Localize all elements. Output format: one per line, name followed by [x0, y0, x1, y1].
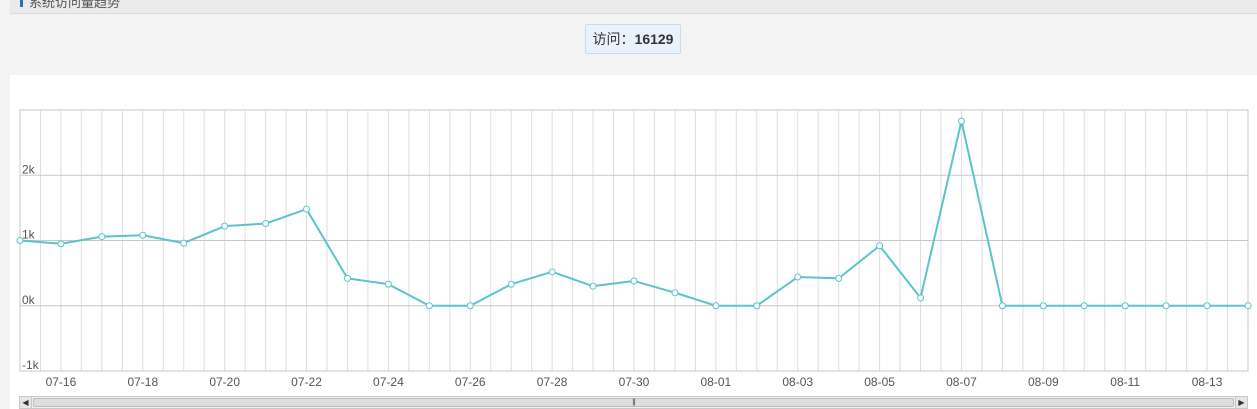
data-point	[98, 233, 106, 241]
x-tick-label: 08-11	[1110, 375, 1140, 389]
x-tick-label: 08-13	[1192, 375, 1223, 389]
data-point	[1203, 302, 1211, 310]
x-tick-label: 07-16	[46, 375, 77, 389]
data-point	[712, 302, 720, 310]
x-tick-label: 08-01	[701, 375, 732, 389]
y-tick-label: 1k	[22, 228, 36, 242]
data-point	[548, 268, 556, 276]
data-point	[589, 282, 597, 290]
data-point	[630, 277, 638, 285]
data-point	[835, 274, 843, 282]
x-tick-label: 08-05	[864, 375, 895, 389]
scroll-right-arrow-icon[interactable]: ▶	[1235, 397, 1247, 408]
data-point	[1162, 302, 1170, 310]
data-point	[671, 289, 679, 297]
data-point	[1244, 302, 1252, 310]
x-tick-label: 07-24	[373, 375, 404, 389]
x-tick-label: 08-09	[1028, 375, 1059, 389]
data-point	[262, 220, 270, 228]
data-point	[221, 222, 229, 230]
data-point	[343, 274, 351, 282]
data-point	[384, 280, 392, 288]
x-tick-label: 07-18	[127, 375, 158, 389]
x-tick-label: 07-20	[209, 375, 240, 389]
data-point	[753, 302, 761, 310]
line-chart: -1k 0k 1k 2k 07-16 07-18 07-20 07-22 07-24 07-26 0…	[16, 109, 1252, 389]
data-point	[466, 302, 474, 310]
x-tick-label: 08-07	[946, 375, 977, 389]
data-point	[303, 205, 311, 213]
data-point	[1039, 302, 1047, 310]
data-point	[57, 240, 65, 248]
y-tick-label: 0k	[22, 293, 36, 307]
x-tick-label: 07-28	[537, 375, 568, 389]
y-tick-label: -1k	[22, 358, 40, 372]
data-point	[1121, 302, 1129, 310]
x-tick-label: 08-03	[782, 375, 813, 389]
data-point	[1080, 302, 1088, 310]
data-point	[507, 280, 515, 288]
chart-horizontal-scrollbar[interactable]: ◀ ||| ▶	[19, 396, 1248, 409]
scroll-left-arrow-icon[interactable]: ◀	[20, 397, 32, 408]
y-tick-label: 2k	[22, 162, 36, 176]
data-point	[180, 239, 188, 247]
data-point	[139, 231, 147, 239]
data-point	[425, 302, 433, 310]
data-point	[794, 273, 802, 281]
scrollbar-thumb[interactable]: |||	[33, 398, 1234, 407]
data-point	[998, 302, 1006, 310]
data-point	[957, 117, 965, 125]
x-tick-label: 07-30	[619, 375, 650, 389]
data-point	[917, 294, 925, 302]
data-point	[16, 237, 24, 244]
x-tick-label: 07-26	[455, 375, 486, 389]
x-tick-label: 07-22	[291, 375, 322, 389]
scrollbar-grip-icon: |||	[632, 399, 636, 406]
data-point	[876, 242, 884, 250]
